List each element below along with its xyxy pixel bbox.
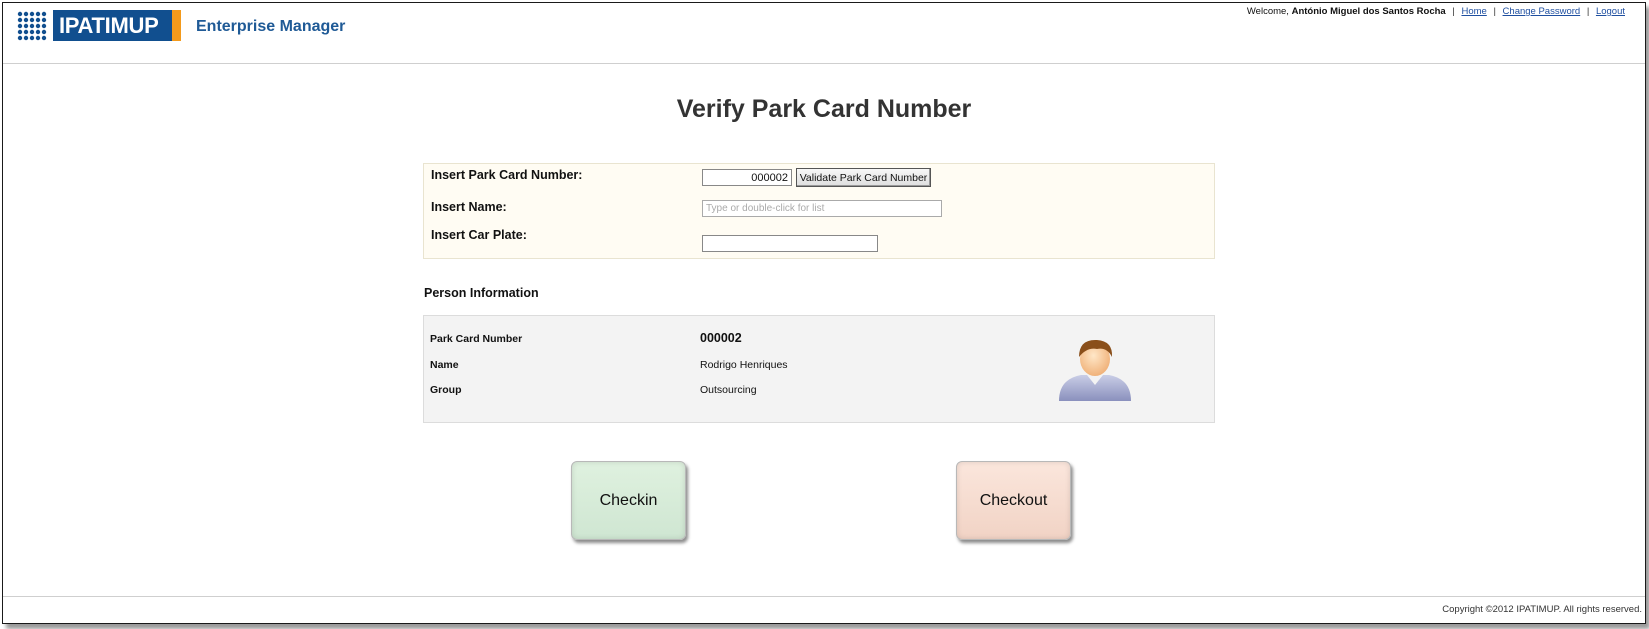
name-input[interactable] <box>702 200 942 217</box>
group-field-label: Group <box>430 384 462 396</box>
header: IPATIMUP Enterprise Manager Welcome, Ant… <box>3 3 1645 64</box>
name-field-label: Name <box>430 359 459 371</box>
copyright-text: Copyright ©2012 IPATIMUP. All rights res… <box>1442 604 1642 615</box>
logout-link[interactable]: Logout <box>1596 6 1625 17</box>
park-card-label: Park Card Number <box>430 333 523 345</box>
group-field-value: Outsourcing <box>700 384 757 396</box>
change-password-link[interactable]: Change Password <box>1503 6 1581 17</box>
user-bar: Welcome, António Miguel dos Santos Rocha… <box>1247 6 1625 17</box>
card-number-label: Insert Park Card Number: <box>431 168 583 182</box>
person-info-heading: Person Information <box>424 286 539 300</box>
app-title: Enterprise Manager <box>196 18 346 35</box>
user-name: António Miguel dos Santos Rocha <box>1291 6 1446 17</box>
car-plate-label: Insert Car Plate: <box>431 228 527 242</box>
validate-card-button[interactable]: Validate Park Card Number <box>796 168 931 187</box>
page-frame: IPATIMUP Enterprise Manager Welcome, Ant… <box>2 2 1646 624</box>
user-avatar-icon <box>1059 339 1131 401</box>
welcome-text: Welcome, <box>1246 6 1289 17</box>
park-card-value: 000002 <box>700 331 742 345</box>
checkout-button[interactable]: Checkout <box>956 461 1071 540</box>
name-label: Insert Name: <box>431 200 507 214</box>
logo-dots-icon <box>17 11 47 41</box>
page-title: Verify Park Card Number <box>676 95 972 123</box>
verify-form-panel: Insert Park Card Number: Validate Park C… <box>423 163 1215 259</box>
car-plate-input[interactable] <box>702 235 878 252</box>
card-number-input[interactable] <box>702 169 792 186</box>
separator: | <box>1586 6 1590 17</box>
home-link[interactable]: Home <box>1461 6 1486 17</box>
logo-wordmark: IPATIMUP <box>53 10 181 41</box>
person-info-panel: Park Card Number 000002 Name Rodrigo Hen… <box>423 315 1215 423</box>
footer: Copyright ©2012 IPATIMUP. All rights res… <box>3 596 1645 624</box>
name-field-value: Rodrigo Henriques <box>700 359 788 371</box>
checkin-button[interactable]: Checkin <box>571 461 686 540</box>
separator: | <box>1452 6 1455 17</box>
separator: | <box>1493 6 1496 17</box>
